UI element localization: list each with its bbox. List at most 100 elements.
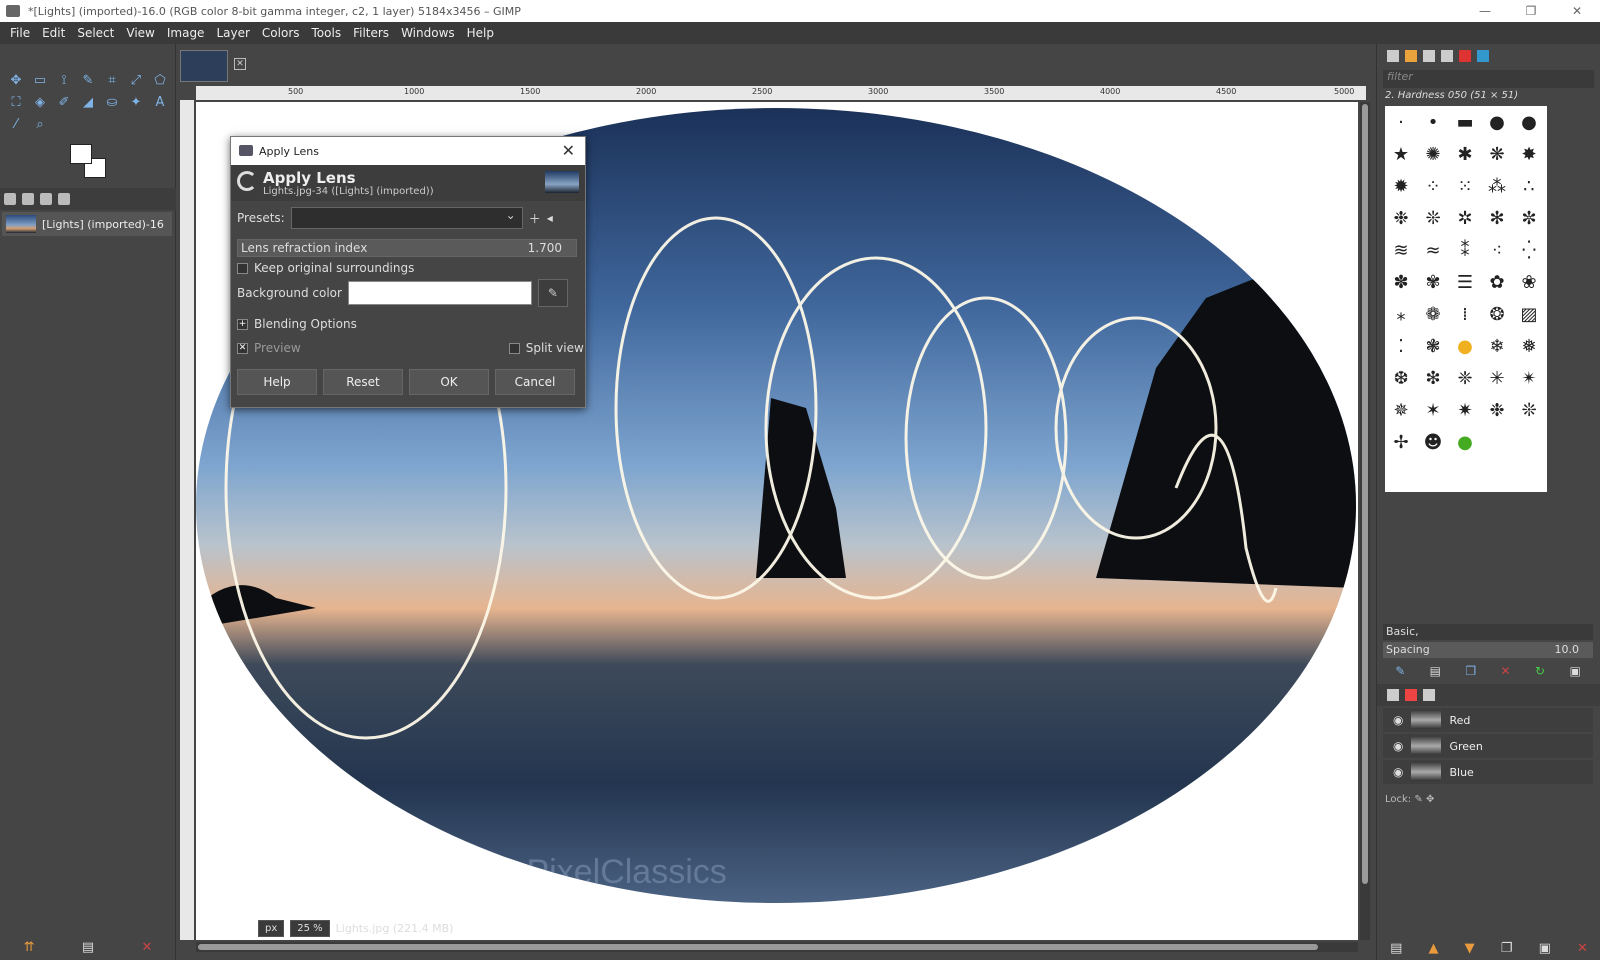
lower-channel-icon[interactable]: ▼ (1465, 941, 1475, 956)
cancel-button[interactable]: Cancel (495, 369, 575, 395)
images-tab-icon[interactable] (4, 193, 16, 205)
open-brush-icon[interactable]: ▣ (1569, 664, 1580, 678)
horizontal-scrollbar[interactable] (196, 942, 1358, 952)
zoom-select[interactable]: 25 % (290, 919, 330, 937)
transform-icon[interactable]: ⤢ (126, 71, 146, 91)
brush-grid[interactable]: · • ▬ ● ● ★ ✺ ✱ ❋ ✸ ✹ ⁘ ⁙ ⁂ ∴ ❉ ❊ ✲ ✻ ✼ ≋ ≈ ⁑ ⁖ ⁛ ✽ ✾ ☰ ✿ ❀ ⁎ ❁ ⁞ ❂… (1385, 106, 1547, 492)
channel-thumbnail (1411, 763, 1442, 781)
lasso-icon[interactable]: ⟟ (54, 71, 74, 91)
menu-select[interactable]: Select (71, 26, 120, 40)
undo-tab-icon[interactable] (40, 193, 52, 205)
unit-select[interactable]: px (258, 919, 285, 937)
vertical-scrollbar[interactable] (1360, 102, 1370, 940)
delete-brush-icon[interactable]: ✕ (1501, 664, 1511, 678)
text-tool-icon[interactable]: A (150, 93, 170, 113)
menu-filters[interactable]: Filters (347, 26, 395, 40)
layers-tab-icon[interactable] (1387, 689, 1399, 701)
minimize-button[interactable]: — (1462, 0, 1508, 22)
duplicate-brush-icon[interactable]: ❐ (1465, 664, 1476, 678)
menu-windows[interactable]: Windows (395, 26, 461, 40)
gradients-tab-icon[interactable] (1477, 50, 1489, 62)
rect-select-icon[interactable]: ▭ (30, 71, 50, 91)
delete-image-icon[interactable]: ✕ (141, 940, 152, 955)
device-tab-icon[interactable] (58, 193, 70, 205)
image-tab-close-icon[interactable]: ✕ (234, 58, 246, 70)
duplicate-channel-icon[interactable]: ❐ (1501, 941, 1513, 956)
spacing-spinner[interactable]: Spacing 10.0 (1383, 642, 1593, 658)
zoom-icon[interactable]: ⌕ (30, 115, 50, 135)
patterns-tab-icon[interactable] (1405, 50, 1417, 62)
keep-surroundings-checkbox[interactable] (237, 262, 248, 274)
help-button[interactable]: Help (237, 369, 317, 395)
dialog-close-icon[interactable]: ✕ (562, 141, 575, 160)
ok-button[interactable]: OK (409, 369, 489, 395)
brush-preset-dropdown[interactable]: Basic, (1383, 624, 1593, 640)
menu-help[interactable]: Help (461, 26, 500, 40)
preset-menu-icon[interactable]: ◂ (547, 211, 553, 225)
image-list-item[interactable]: [Lights] (imported)-16 (2, 212, 172, 236)
menu-file[interactable]: File (4, 26, 36, 40)
raise-view-icon[interactable]: ⇈ (24, 940, 35, 955)
preview-checkbox[interactable]: ✕ (237, 342, 248, 354)
eraser-icon[interactable]: ✐ (54, 93, 74, 113)
lock-pixels-icon[interactable]: ✎ (1414, 794, 1422, 805)
visibility-eye-icon[interactable]: ◉ (1393, 765, 1403, 779)
move-tool-icon[interactable]: ✥ (6, 71, 26, 91)
channel-to-selection-icon[interactable]: ▣ (1539, 941, 1551, 956)
palette-tab-icon[interactable] (1459, 50, 1471, 62)
channel-row-red[interactable]: ◉ Red (1383, 708, 1593, 732)
add-preset-icon[interactable]: ＋ (529, 210, 541, 227)
bucket-fill-icon[interactable]: ⛶ (6, 93, 26, 113)
background-color-button[interactable] (347, 281, 532, 305)
visibility-eye-icon[interactable]: ◉ (1393, 739, 1403, 753)
brush-thumbnail: ✳ (1489, 367, 1505, 389)
new-brush-icon[interactable]: ▤ (1430, 664, 1441, 678)
split-view-checkbox[interactable] (508, 342, 520, 354)
blending-options-row[interactable]: + Blending Options (237, 317, 357, 331)
warp-icon[interactable]: ⬠ (150, 71, 170, 91)
new-channel-icon[interactable]: ▤ (1390, 941, 1402, 956)
crop-icon[interactable]: ⌗ (102, 71, 122, 91)
close-button[interactable]: ✕ (1554, 0, 1600, 22)
document-tab-icon[interactable] (1441, 50, 1453, 62)
maximize-button[interactable]: ❐ (1508, 0, 1554, 22)
menu-edit[interactable]: Edit (36, 26, 71, 40)
fg-bg-colors[interactable] (68, 142, 110, 184)
menu-view[interactable]: View (120, 26, 160, 40)
channel-row-blue[interactable]: ◉ Blue (1383, 760, 1593, 784)
delete-channel-icon[interactable]: ✕ (1577, 941, 1588, 956)
menu-layer[interactable]: Layer (210, 26, 255, 40)
channels-tab-icon[interactable] (1405, 689, 1417, 701)
presets-dropdown[interactable] (290, 207, 523, 229)
menu-image[interactable]: Image (161, 26, 211, 40)
color-picker-icon[interactable]: ✎ (537, 279, 568, 307)
new-display-icon[interactable]: ▤ (82, 940, 94, 955)
blending-expander-icon[interactable]: + (237, 318, 248, 330)
channel-row-green[interactable]: ◉ Green (1383, 734, 1593, 758)
reset-button[interactable]: Reset (323, 369, 403, 395)
brushes-tab-icon[interactable] (1387, 50, 1399, 62)
color-picker-icon[interactable]: ⁄ (6, 115, 26, 135)
paintbrush-icon[interactable]: ◈ (30, 93, 50, 113)
raise-channel-icon[interactable]: ▲ (1429, 941, 1439, 956)
menu-tools[interactable]: Tools (306, 26, 348, 40)
smudge-icon[interactable]: ◢ (78, 93, 98, 113)
image-tab-thumbnail[interactable] (180, 50, 228, 82)
lens-refraction-spinner[interactable]: Lens refraction index 1.700 (237, 239, 577, 257)
menu-colors[interactable]: Colors (256, 26, 306, 40)
brush-filter-input[interactable]: filter (1383, 70, 1594, 88)
lock-position-icon[interactable]: ✥ (1426, 794, 1434, 805)
keep-surroundings-row[interactable]: Keep original surroundings (237, 261, 414, 275)
fuzzy-select-icon[interactable]: ✎ (78, 71, 98, 91)
edit-brush-icon[interactable]: ✎ (1395, 664, 1405, 678)
visibility-eye-icon[interactable]: ◉ (1393, 713, 1403, 727)
clone-icon[interactable]: ⛀ (102, 93, 122, 113)
refresh-brushes-icon[interactable]: ↻ (1535, 664, 1545, 678)
fonts-tab-icon[interactable] (1423, 50, 1435, 62)
foreground-color-swatch[interactable] (70, 144, 92, 164)
brush-thumbnail: ● (1457, 335, 1473, 357)
tool-options-tab-icon[interactable] (22, 193, 34, 205)
paths-tab-icon[interactable] (1423, 689, 1435, 701)
paths-icon[interactable]: ✦ (126, 93, 146, 113)
menu-bar: File Edit Select View Image Layer Colors… (0, 22, 1600, 44)
